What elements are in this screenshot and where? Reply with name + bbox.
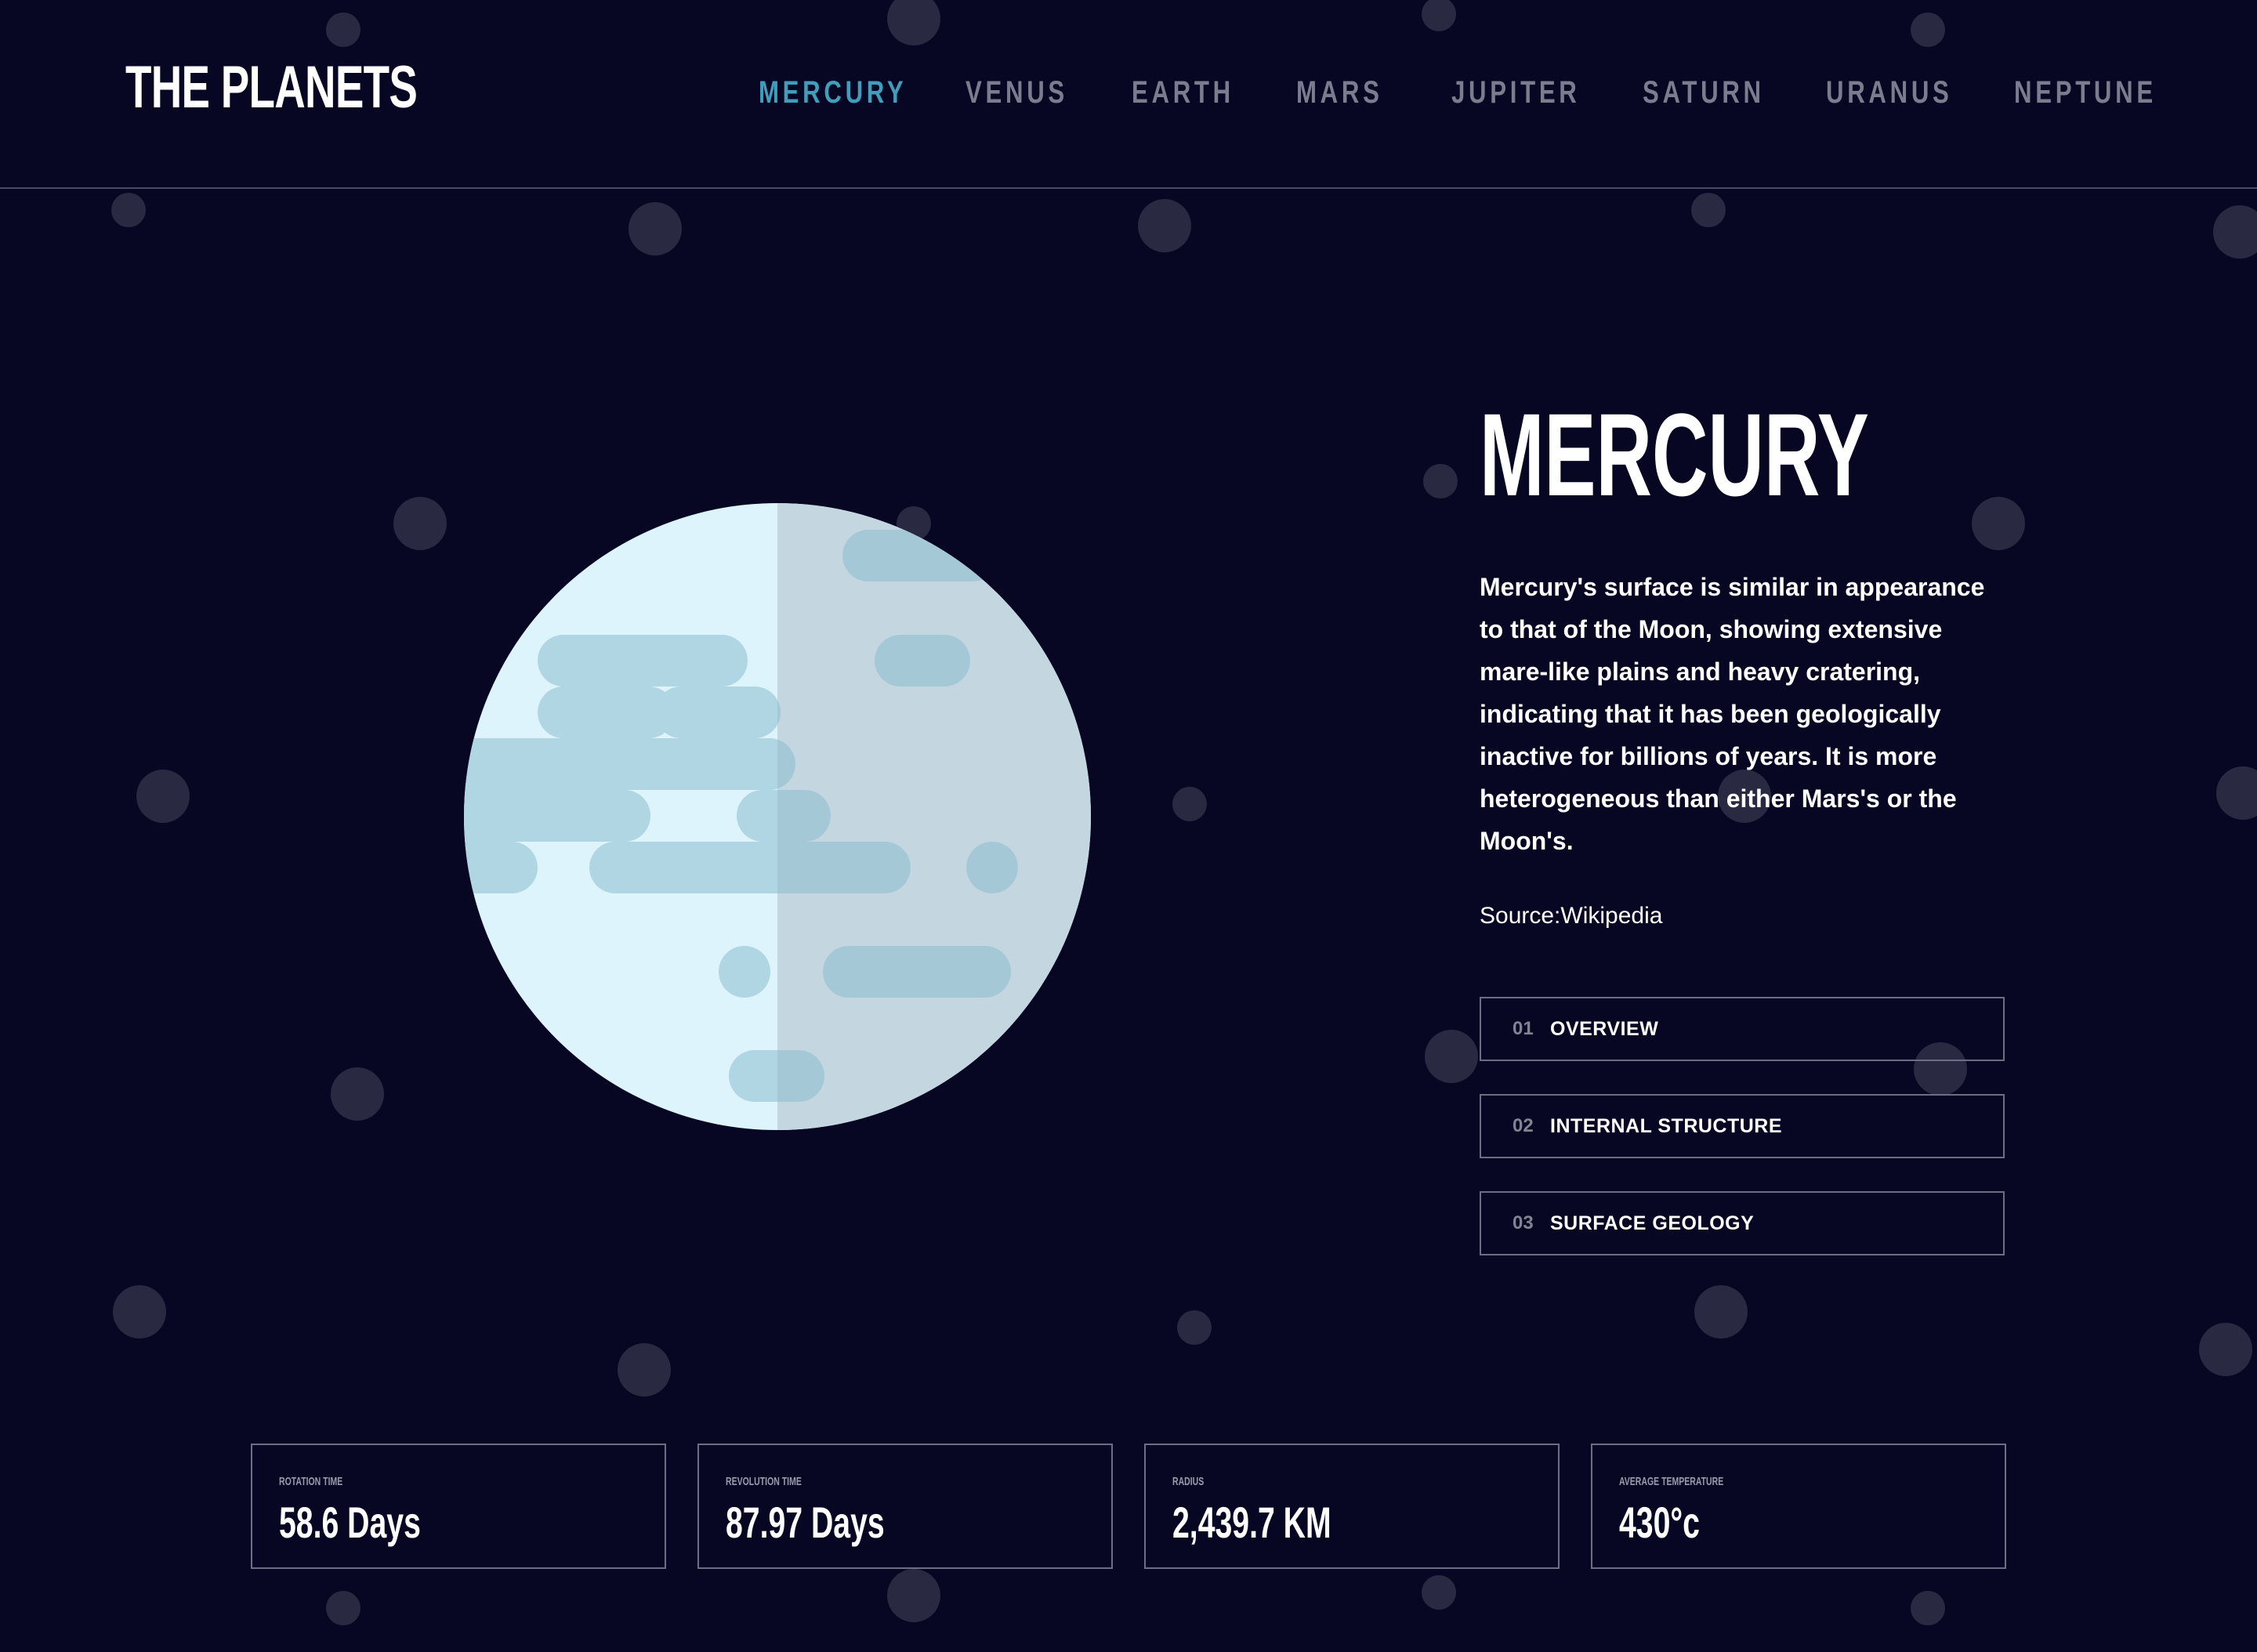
star — [1422, 1575, 1456, 1610]
stat-revolution-time: REVOLUTION TIME 87.97 Days — [697, 1444, 1113, 1569]
nav-item-jupiter[interactable]: JUPITER — [1451, 75, 1581, 110]
stat-label: ROTATION TIME — [279, 1475, 343, 1488]
star — [618, 1343, 671, 1397]
star — [1172, 787, 1207, 821]
tab-overview[interactable]: 01 OVERVIEW — [1480, 997, 2005, 1061]
star — [2199, 1323, 2252, 1376]
stat-value: 58.6 Days — [279, 1498, 421, 1547]
star — [1972, 497, 2025, 550]
star — [2213, 205, 2257, 259]
stat-label: REVOLUTION TIME — [726, 1475, 802, 1488]
header-divider — [0, 187, 2257, 189]
tab-surface-geology[interactable]: 03 SURFACE GEOLOGY — [1480, 1191, 2005, 1255]
nav-item-saturn[interactable]: SATURN — [1643, 75, 1765, 110]
planet-description: Mercury's surface is similar in appearan… — [1480, 573, 1985, 855]
star — [1694, 1285, 1748, 1339]
planet-title: MERCURY — [1480, 389, 1869, 520]
stat-radius: RADIUS 2,439.7 KM — [1144, 1444, 1560, 1569]
site-header: THE PLANETS MERCURY VENUS EARTH MARS JUP… — [0, 0, 2257, 189]
stat-label: RADIUS — [1172, 1475, 1205, 1488]
star — [1177, 1310, 1212, 1345]
source-prefix: Source: — [1480, 903, 1561, 929]
star — [1911, 1591, 1945, 1625]
tab-number: 01 — [1513, 1018, 1534, 1039]
star — [1425, 1030, 1478, 1083]
tab-label: SURFACE GEOLOGY — [1550, 1212, 1755, 1234]
star — [1423, 464, 1458, 498]
nav-item-neptune[interactable]: NEPTUNE — [2014, 75, 2157, 110]
star — [629, 202, 682, 255]
star — [2216, 766, 2257, 820]
tab-number: 03 — [1513, 1212, 1534, 1234]
star — [887, 1569, 940, 1622]
page: THE PLANETS MERCURY VENUS EARTH MARS JUP… — [0, 0, 2257, 1652]
stat-value: 87.97 Days — [726, 1498, 885, 1547]
source-line: Source:Wikipedia — [1480, 903, 1662, 929]
star — [113, 1285, 166, 1339]
tab-number: 02 — [1513, 1115, 1534, 1136]
tab-label: INTERNAL STRUCTURE — [1550, 1114, 1783, 1137]
star — [111, 193, 146, 227]
star — [1691, 193, 1726, 227]
tab-internal-structure[interactable]: 02 INTERNAL STRUCTURE — [1480, 1094, 2005, 1158]
star — [1138, 199, 1191, 252]
nav-item-mars[interactable]: MARS — [1296, 75, 1383, 110]
star — [326, 1591, 360, 1625]
nav-item-mercury[interactable]: MERCURY — [759, 75, 907, 110]
stat-average-temperature: AVERAGE TEMPERATURE 430°c — [1591, 1444, 2006, 1569]
star — [393, 497, 447, 550]
nav-item-venus[interactable]: VENUS — [965, 75, 1068, 110]
star — [136, 770, 190, 823]
nav-item-earth[interactable]: EARTH — [1132, 75, 1234, 110]
stat-value: 2,439.7 KM — [1172, 1498, 1331, 1547]
stat-rotation-time: ROTATION TIME 58.6 Days — [251, 1444, 666, 1569]
stat-label: AVERAGE TEMPERATURE — [1619, 1475, 1724, 1488]
nav-item-uranus[interactable]: URANUS — [1826, 75, 1953, 110]
stat-value: 430°c — [1619, 1498, 1700, 1547]
star — [331, 1067, 384, 1121]
tab-label: OVERVIEW — [1550, 1017, 1659, 1040]
mercury-planet-illustration — [464, 503, 1091, 1130]
source-link-wikipedia[interactable]: Wikipedia — [1560, 903, 1662, 929]
planet-nav: MERCURY VENUS EARTH MARS JUPITER SATURN … — [0, 75, 2257, 122]
